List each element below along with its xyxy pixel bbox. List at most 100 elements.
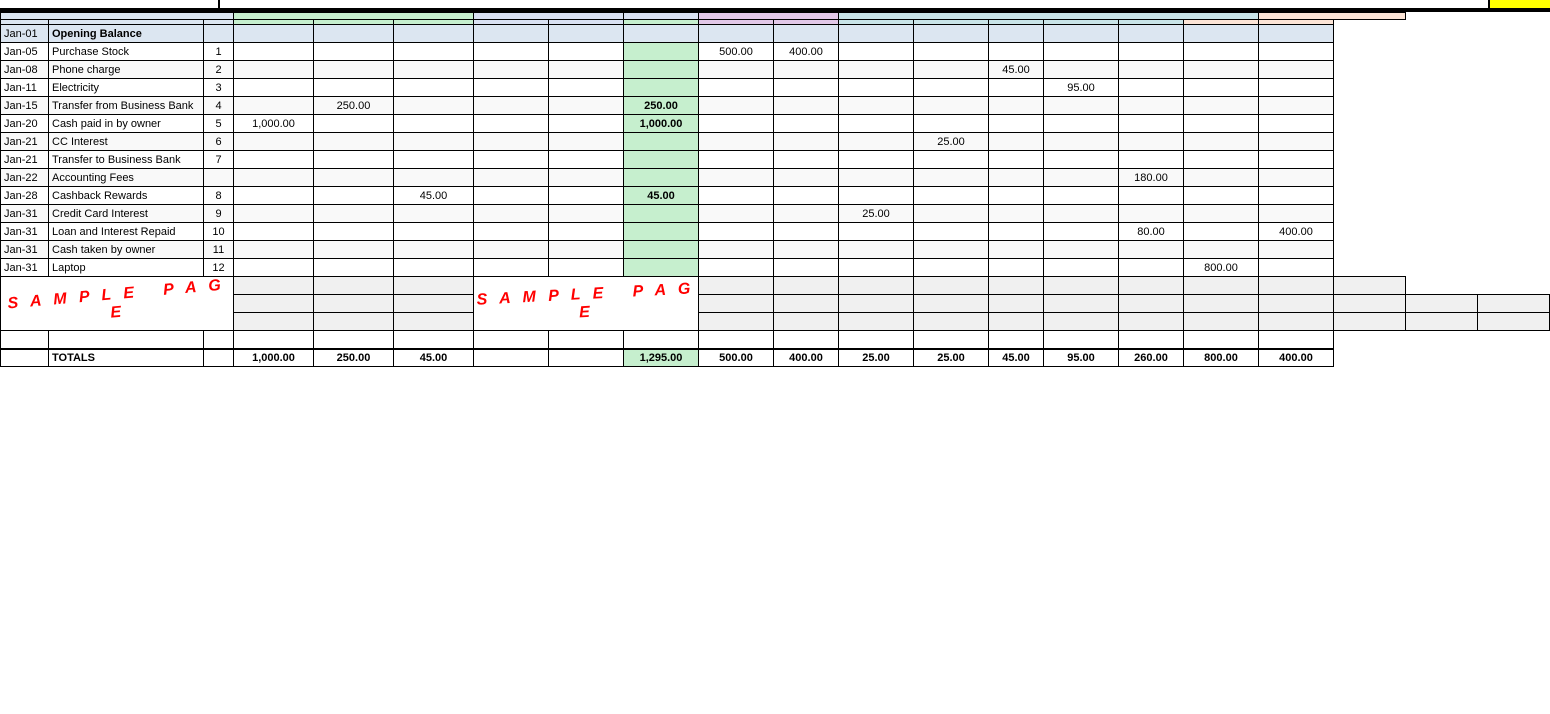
table-cell: [394, 79, 474, 97]
table-cell: [234, 79, 314, 97]
table-cell: [1119, 61, 1184, 79]
table-cell: [1184, 187, 1259, 205]
table-cell: [699, 187, 774, 205]
table-cell: [1184, 43, 1259, 61]
sample-row: [1, 313, 1550, 331]
table-cell: 25.00: [839, 205, 914, 223]
empty-cell: [989, 331, 1044, 349]
table-cell: Purchase Stock: [49, 43, 204, 61]
totals-cell: [549, 349, 624, 367]
sample-empty-cell: [1334, 313, 1406, 331]
empty-cell: [699, 331, 774, 349]
table-cell: [839, 133, 914, 151]
sample-empty-cell: [1044, 295, 1119, 313]
table-cell: [234, 61, 314, 79]
table-row: Jan-01Opening Balance: [1, 25, 1550, 43]
table-cell: [1119, 79, 1184, 97]
table-cell: [474, 151, 549, 169]
table-cell: [989, 151, 1044, 169]
table-cell: [624, 61, 699, 79]
table-cell: [204, 169, 234, 187]
table-cell: [1259, 169, 1334, 187]
group-other-funds: [234, 13, 474, 20]
empty-cell: [549, 331, 624, 349]
table-cell: [624, 241, 699, 259]
table-cell: [914, 151, 989, 169]
table-cell: Electricity: [49, 79, 204, 97]
table-cell: Jan-31: [1, 259, 49, 277]
empty-cell: [234, 331, 314, 349]
table-cell: 4: [204, 97, 234, 115]
totals-cell: 250.00: [314, 349, 394, 367]
table-row: Jan-28Cashback Rewards845.0045.00: [1, 187, 1550, 205]
table-cell: [1184, 169, 1259, 187]
table-cell: [394, 205, 474, 223]
sample-empty-cell: [839, 277, 914, 295]
table-cell: [1044, 43, 1119, 61]
table-cell: [549, 259, 624, 277]
empty-cell: [1044, 331, 1119, 349]
sample-empty-cell: [1184, 277, 1259, 295]
table-cell: [1259, 97, 1334, 115]
table-cell: [1259, 187, 1334, 205]
table-cell: [394, 61, 474, 79]
table-cell: [394, 259, 474, 277]
sample-empty-cell: [234, 277, 314, 295]
sample-empty-cell: [314, 295, 394, 313]
table-cell: [1184, 241, 1259, 259]
table-cell: 2: [204, 61, 234, 79]
table-cell: [914, 97, 989, 115]
table-cell: [1259, 133, 1334, 151]
table-cell: 500.00: [699, 43, 774, 61]
table-cell: [699, 61, 774, 79]
table-cell: [774, 97, 839, 115]
empty-cell: [204, 331, 234, 349]
table-cell: 1,000.00: [234, 115, 314, 133]
table-cell: [839, 79, 914, 97]
table-cell: [1184, 205, 1259, 223]
table-cell: [839, 223, 914, 241]
table-cell: [549, 133, 624, 151]
sample-empty-cell: [1406, 313, 1478, 331]
table-row: Jan-20Cash paid in by owner51,000.001,00…: [1, 115, 1550, 133]
sample-empty-cell: [1478, 295, 1550, 313]
sample-empty-cell: [699, 277, 774, 295]
empty-cell: [49, 331, 204, 349]
table-cell: CC Interest: [49, 133, 204, 151]
sample-empty-cell: [914, 295, 989, 313]
table-cell: [1044, 223, 1119, 241]
table-cell: [1044, 241, 1119, 259]
sample-empty-cell: [1259, 277, 1334, 295]
table-cell: [914, 25, 989, 43]
totals-cell: 400.00: [774, 349, 839, 367]
table-cell: [234, 151, 314, 169]
table-cell: [549, 223, 624, 241]
table-cell: [839, 187, 914, 205]
table-cell: [839, 61, 914, 79]
table-cell: 80.00: [1119, 223, 1184, 241]
table-cell: [699, 259, 774, 277]
table-cell: Phone charge: [49, 61, 204, 79]
table-cell: 400.00: [1259, 223, 1334, 241]
table-cell: [474, 169, 549, 187]
table-cell: Jan-22: [1, 169, 49, 187]
table-row: Jan-15Transfer from Business Bank4250.00…: [1, 97, 1550, 115]
table-cell: 10: [204, 223, 234, 241]
totals-cell: 260.00: [1119, 349, 1184, 367]
sample-empty-cell: [1119, 313, 1184, 331]
table-cell: [624, 151, 699, 169]
table-cell: [1184, 115, 1259, 133]
empty-cell: [839, 331, 914, 349]
table-cell: [914, 259, 989, 277]
empty-cell: [624, 331, 699, 349]
table-cell: [549, 25, 624, 43]
empty-cell: [314, 331, 394, 349]
sample-empty-cell: [989, 277, 1044, 295]
table-cell: [1259, 241, 1334, 259]
table-cell: [1259, 205, 1334, 223]
table-cell: [1044, 151, 1119, 169]
table-cell: [699, 205, 774, 223]
table-cell: Jan-31: [1, 205, 49, 223]
empty-cell: [1259, 331, 1334, 349]
table-cell: [1044, 97, 1119, 115]
